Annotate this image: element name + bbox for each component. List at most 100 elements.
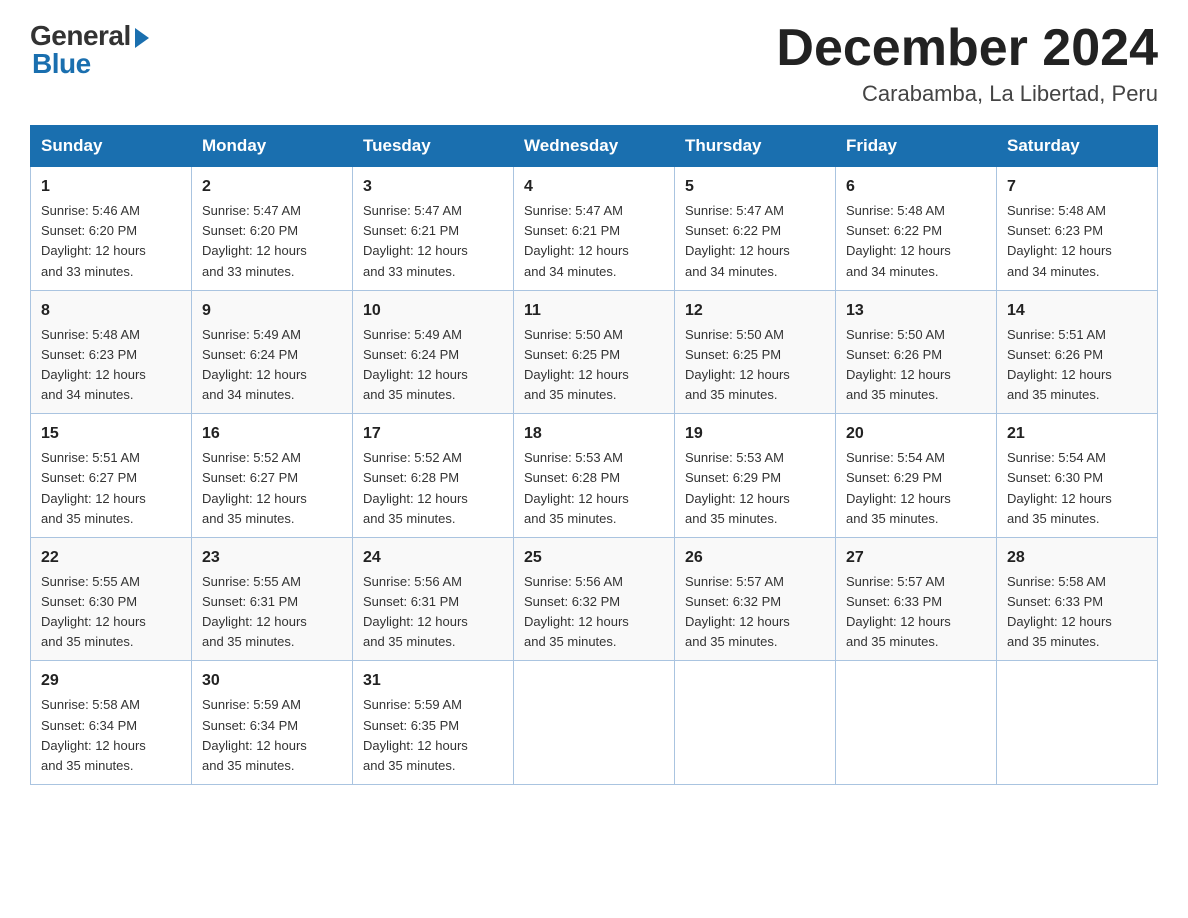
day-number: 30 [202, 669, 342, 693]
day-info: Sunrise: 5:52 AMSunset: 6:27 PMDaylight:… [202, 448, 342, 529]
month-title: December 2024 [776, 20, 1158, 77]
day-number: 2 [202, 175, 342, 199]
logo-arrow-icon [135, 28, 149, 48]
weekday-header-thursday: Thursday [675, 126, 836, 167]
day-number: 14 [1007, 299, 1147, 323]
weekday-header-row: SundayMondayTuesdayWednesdayThursdayFrid… [31, 126, 1158, 167]
calendar-cell: 29Sunrise: 5:58 AMSunset: 6:34 PMDayligh… [31, 661, 192, 785]
day-number: 3 [363, 175, 503, 199]
day-number: 13 [846, 299, 986, 323]
logo-blue-text: Blue [30, 48, 91, 80]
day-info: Sunrise: 5:47 AMSunset: 6:21 PMDaylight:… [524, 201, 664, 282]
calendar-table: SundayMondayTuesdayWednesdayThursdayFrid… [30, 125, 1158, 785]
calendar-cell: 23Sunrise: 5:55 AMSunset: 6:31 PMDayligh… [192, 537, 353, 661]
calendar-week-row: 1Sunrise: 5:46 AMSunset: 6:20 PMDaylight… [31, 167, 1158, 291]
day-info: Sunrise: 5:52 AMSunset: 6:28 PMDaylight:… [363, 448, 503, 529]
calendar-cell: 8Sunrise: 5:48 AMSunset: 6:23 PMDaylight… [31, 290, 192, 414]
weekday-header-friday: Friday [836, 126, 997, 167]
day-number: 15 [41, 422, 181, 446]
day-number: 19 [685, 422, 825, 446]
day-number: 24 [363, 546, 503, 570]
calendar-cell [997, 661, 1158, 785]
calendar-cell: 14Sunrise: 5:51 AMSunset: 6:26 PMDayligh… [997, 290, 1158, 414]
day-info: Sunrise: 5:54 AMSunset: 6:30 PMDaylight:… [1007, 448, 1147, 529]
weekday-header-tuesday: Tuesday [353, 126, 514, 167]
calendar-cell: 7Sunrise: 5:48 AMSunset: 6:23 PMDaylight… [997, 167, 1158, 291]
calendar-cell: 5Sunrise: 5:47 AMSunset: 6:22 PMDaylight… [675, 167, 836, 291]
calendar-body: 1Sunrise: 5:46 AMSunset: 6:20 PMDaylight… [31, 167, 1158, 785]
calendar-week-row: 15Sunrise: 5:51 AMSunset: 6:27 PMDayligh… [31, 414, 1158, 538]
calendar-cell: 19Sunrise: 5:53 AMSunset: 6:29 PMDayligh… [675, 414, 836, 538]
day-info: Sunrise: 5:53 AMSunset: 6:29 PMDaylight:… [685, 448, 825, 529]
calendar-cell: 24Sunrise: 5:56 AMSunset: 6:31 PMDayligh… [353, 537, 514, 661]
calendar-cell [675, 661, 836, 785]
day-number: 26 [685, 546, 825, 570]
day-info: Sunrise: 5:51 AMSunset: 6:26 PMDaylight:… [1007, 325, 1147, 406]
day-number: 12 [685, 299, 825, 323]
calendar-cell: 31Sunrise: 5:59 AMSunset: 6:35 PMDayligh… [353, 661, 514, 785]
day-number: 22 [41, 546, 181, 570]
day-info: Sunrise: 5:48 AMSunset: 6:23 PMDaylight:… [41, 325, 181, 406]
day-info: Sunrise: 5:53 AMSunset: 6:28 PMDaylight:… [524, 448, 664, 529]
day-number: 18 [524, 422, 664, 446]
calendar-cell: 16Sunrise: 5:52 AMSunset: 6:27 PMDayligh… [192, 414, 353, 538]
day-info: Sunrise: 5:56 AMSunset: 6:32 PMDaylight:… [524, 572, 664, 653]
calendar-cell: 27Sunrise: 5:57 AMSunset: 6:33 PMDayligh… [836, 537, 997, 661]
calendar-cell: 30Sunrise: 5:59 AMSunset: 6:34 PMDayligh… [192, 661, 353, 785]
day-info: Sunrise: 5:58 AMSunset: 6:34 PMDaylight:… [41, 695, 181, 776]
day-number: 4 [524, 175, 664, 199]
day-number: 6 [846, 175, 986, 199]
day-number: 17 [363, 422, 503, 446]
calendar-cell: 20Sunrise: 5:54 AMSunset: 6:29 PMDayligh… [836, 414, 997, 538]
title-block: December 2024 Carabamba, La Libertad, Pe… [776, 20, 1158, 107]
day-number: 28 [1007, 546, 1147, 570]
calendar-cell: 11Sunrise: 5:50 AMSunset: 6:25 PMDayligh… [514, 290, 675, 414]
calendar-cell: 21Sunrise: 5:54 AMSunset: 6:30 PMDayligh… [997, 414, 1158, 538]
calendar-cell: 1Sunrise: 5:46 AMSunset: 6:20 PMDaylight… [31, 167, 192, 291]
calendar-cell: 18Sunrise: 5:53 AMSunset: 6:28 PMDayligh… [514, 414, 675, 538]
day-info: Sunrise: 5:55 AMSunset: 6:30 PMDaylight:… [41, 572, 181, 653]
weekday-header-monday: Monday [192, 126, 353, 167]
day-number: 8 [41, 299, 181, 323]
day-info: Sunrise: 5:49 AMSunset: 6:24 PMDaylight:… [363, 325, 503, 406]
day-number: 25 [524, 546, 664, 570]
calendar-cell: 22Sunrise: 5:55 AMSunset: 6:30 PMDayligh… [31, 537, 192, 661]
calendar-cell: 25Sunrise: 5:56 AMSunset: 6:32 PMDayligh… [514, 537, 675, 661]
day-info: Sunrise: 5:59 AMSunset: 6:34 PMDaylight:… [202, 695, 342, 776]
calendar-cell: 13Sunrise: 5:50 AMSunset: 6:26 PMDayligh… [836, 290, 997, 414]
day-info: Sunrise: 5:49 AMSunset: 6:24 PMDaylight:… [202, 325, 342, 406]
day-info: Sunrise: 5:58 AMSunset: 6:33 PMDaylight:… [1007, 572, 1147, 653]
calendar-week-row: 22Sunrise: 5:55 AMSunset: 6:30 PMDayligh… [31, 537, 1158, 661]
calendar-cell: 26Sunrise: 5:57 AMSunset: 6:32 PMDayligh… [675, 537, 836, 661]
calendar-cell: 4Sunrise: 5:47 AMSunset: 6:21 PMDaylight… [514, 167, 675, 291]
logo: General Blue [30, 20, 149, 80]
day-info: Sunrise: 5:47 AMSunset: 6:21 PMDaylight:… [363, 201, 503, 282]
day-info: Sunrise: 5:50 AMSunset: 6:25 PMDaylight:… [685, 325, 825, 406]
day-info: Sunrise: 5:50 AMSunset: 6:26 PMDaylight:… [846, 325, 986, 406]
page-header: General Blue December 2024 Carabamba, La… [30, 20, 1158, 107]
location-title: Carabamba, La Libertad, Peru [776, 81, 1158, 107]
day-number: 31 [363, 669, 503, 693]
day-info: Sunrise: 5:55 AMSunset: 6:31 PMDaylight:… [202, 572, 342, 653]
day-info: Sunrise: 5:47 AMSunset: 6:22 PMDaylight:… [685, 201, 825, 282]
calendar-cell: 28Sunrise: 5:58 AMSunset: 6:33 PMDayligh… [997, 537, 1158, 661]
day-number: 23 [202, 546, 342, 570]
day-info: Sunrise: 5:48 AMSunset: 6:22 PMDaylight:… [846, 201, 986, 282]
calendar-header: SundayMondayTuesdayWednesdayThursdayFrid… [31, 126, 1158, 167]
day-number: 21 [1007, 422, 1147, 446]
day-info: Sunrise: 5:46 AMSunset: 6:20 PMDaylight:… [41, 201, 181, 282]
weekday-header-saturday: Saturday [997, 126, 1158, 167]
calendar-cell [514, 661, 675, 785]
day-number: 27 [846, 546, 986, 570]
day-number: 16 [202, 422, 342, 446]
day-number: 1 [41, 175, 181, 199]
calendar-cell: 6Sunrise: 5:48 AMSunset: 6:22 PMDaylight… [836, 167, 997, 291]
day-number: 7 [1007, 175, 1147, 199]
day-number: 11 [524, 299, 664, 323]
calendar-cell: 12Sunrise: 5:50 AMSunset: 6:25 PMDayligh… [675, 290, 836, 414]
calendar-cell: 10Sunrise: 5:49 AMSunset: 6:24 PMDayligh… [353, 290, 514, 414]
calendar-cell: 17Sunrise: 5:52 AMSunset: 6:28 PMDayligh… [353, 414, 514, 538]
day-info: Sunrise: 5:51 AMSunset: 6:27 PMDaylight:… [41, 448, 181, 529]
day-info: Sunrise: 5:54 AMSunset: 6:29 PMDaylight:… [846, 448, 986, 529]
day-number: 29 [41, 669, 181, 693]
